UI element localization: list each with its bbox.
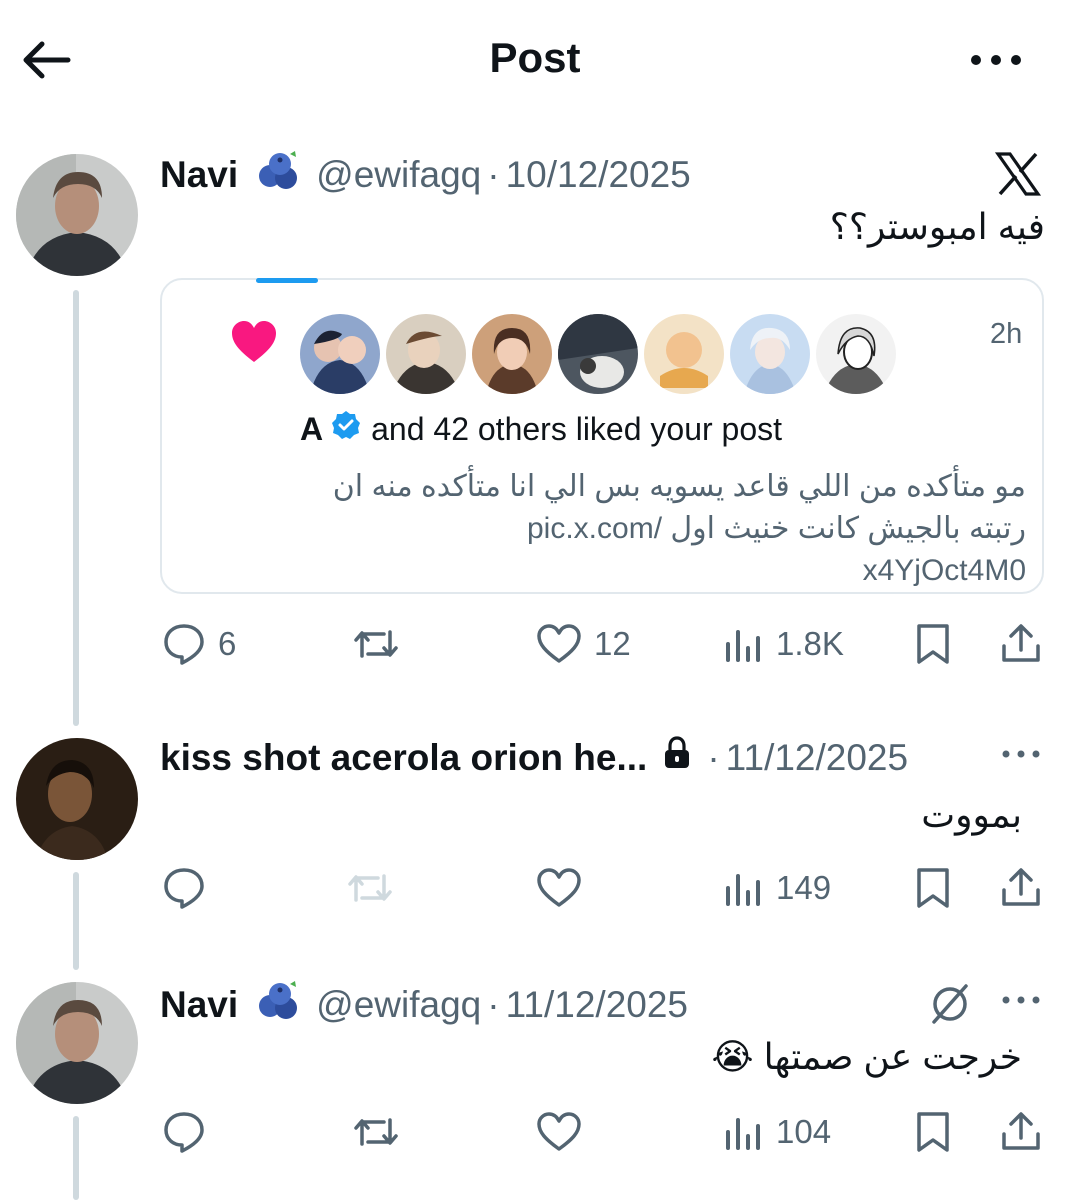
- quoted-text-link[interactable]: x4YjOct4M0: [190, 550, 1026, 592]
- like-button[interactable]: [536, 867, 582, 909]
- liked-summary: A and 42 others liked your post: [300, 410, 782, 448]
- liker-name[interactable]: A: [300, 411, 323, 448]
- reply-icon: [164, 1112, 204, 1153]
- avatar[interactable]: [816, 314, 896, 394]
- ellipsis-icon: [1002, 750, 1040, 758]
- liked-text: and 42 others liked your post: [371, 410, 783, 447]
- quoted-text-line: مو متأكده من اللي قاعد يسويه بس الي انا …: [332, 470, 1026, 503]
- view-count: 149: [776, 869, 832, 906]
- display-name[interactable]: Navi: [160, 984, 238, 1026]
- page-title: Post: [489, 34, 581, 81]
- post-date[interactable]: 10/12/2025: [506, 154, 691, 196]
- liker-avatars: [300, 314, 902, 394]
- x-logo-icon: [994, 150, 1042, 203]
- thread-line: [73, 1116, 79, 1200]
- reply-button[interactable]: [162, 1110, 206, 1154]
- bookmark-button[interactable]: [914, 1110, 952, 1154]
- bookmark-icon: [917, 1112, 949, 1152]
- views-chart-icon: [726, 1118, 760, 1150]
- views-chart-icon: [726, 874, 760, 906]
- reply-button[interactable]: 6: [162, 622, 236, 666]
- bookmark-button[interactable]: [914, 622, 952, 666]
- avatar[interactable]: [472, 314, 552, 394]
- avatar[interactable]: [558, 314, 638, 394]
- avatar[interactable]: [16, 738, 138, 860]
- avatar[interactable]: [644, 314, 724, 394]
- share-icon: [1002, 1112, 1040, 1150]
- reply-date[interactable]: 11/12/2025: [726, 737, 908, 779]
- share-button[interactable]: [1000, 622, 1042, 666]
- avatar[interactable]: [386, 314, 466, 394]
- repost-icon: [354, 1118, 398, 1146]
- views-button[interactable]: 149: [724, 868, 831, 908]
- card-accent: [256, 278, 318, 283]
- reply-action-bar: 104: [162, 1108, 1042, 1156]
- more-options-button[interactable]: [1000, 990, 1042, 1015]
- repost-icon: [348, 874, 392, 902]
- reply-count: 6: [218, 625, 237, 662]
- heart-icon: [537, 624, 581, 663]
- view-count: 1.8K: [776, 625, 844, 662]
- blueberries-emoji-icon: [256, 980, 302, 1029]
- ellipsis-icon: [971, 55, 1021, 65]
- heart-filled-icon: [230, 320, 278, 369]
- bookmark-icon: [917, 624, 949, 664]
- user-handle[interactable]: @ewifagq: [316, 984, 481, 1026]
- reply-button[interactable]: [162, 866, 206, 910]
- reply-text: بمووت: [921, 794, 1022, 835]
- bookmark-button[interactable]: [914, 866, 952, 910]
- post-text: فيه امبوستر؟؟: [829, 206, 1045, 247]
- share-button[interactable]: [1000, 1110, 1042, 1154]
- post-header: Navi @ewifagq · 10/12/2025: [160, 150, 691, 199]
- repost-icon: [354, 630, 398, 658]
- repost-button-disabled: [346, 866, 394, 910]
- thread-line: [73, 872, 79, 970]
- heart-icon: [537, 868, 581, 907]
- bookmark-icon: [917, 868, 949, 908]
- user-handle[interactable]: @ewifagq: [316, 154, 481, 196]
- avatar[interactable]: [730, 314, 810, 394]
- share-button[interactable]: [1000, 866, 1042, 910]
- display-name[interactable]: Navi: [160, 154, 238, 196]
- lock-icon: [663, 736, 691, 779]
- more-options-button[interactable]: [966, 42, 1026, 78]
- reply-icon: [164, 624, 204, 665]
- repost-button[interactable]: [352, 622, 400, 666]
- quoted-post-text: مو متأكده من اللي قاعد يسويه بس الي انا …: [190, 466, 1026, 592]
- avatar[interactable]: [16, 982, 138, 1104]
- like-button[interactable]: [536, 1111, 582, 1153]
- avatar[interactable]: [300, 314, 380, 394]
- heart-icon: [537, 1112, 581, 1151]
- notification-time: 2h: [990, 318, 1023, 350]
- thread-line: [73, 290, 79, 726]
- views-button[interactable]: 104: [724, 1112, 831, 1152]
- share-icon: [1002, 624, 1040, 662]
- reply-text: خرجت عن صمتها 😭: [711, 1036, 1022, 1077]
- avatar[interactable]: [16, 154, 138, 276]
- reply-header: Navi @ewifagq · 11/12/2025: [160, 980, 688, 1029]
- like-button[interactable]: 12: [536, 623, 631, 665]
- post-action-bar: 6 12 1.8K: [162, 620, 1042, 668]
- views-button[interactable]: 1.8K: [724, 624, 844, 664]
- reply-icon: [164, 868, 204, 909]
- quoted-text-line: رتبته بالجيش كانت خنيث اول /pic.x.com: [527, 512, 1026, 545]
- ellipsis-icon: [1002, 996, 1040, 1004]
- like-count: 12: [594, 625, 631, 662]
- repost-button[interactable]: [352, 1110, 400, 1154]
- share-icon: [1002, 868, 1040, 906]
- verified-badge-icon: [331, 410, 361, 448]
- more-options-button[interactable]: [1000, 744, 1042, 769]
- reply-action-bar: 149: [162, 864, 1042, 912]
- reply-date[interactable]: 11/12/2025: [506, 984, 688, 1026]
- view-count: 104: [776, 1113, 832, 1150]
- display-name[interactable]: kiss shot acerola orion he...: [160, 737, 647, 779]
- reply-header: kiss shot acerola orion he... · 11/12/20…: [160, 736, 909, 779]
- blueberries-emoji-icon: [256, 150, 302, 199]
- views-chart-icon: [726, 630, 760, 662]
- grok-icon[interactable]: [928, 982, 972, 1031]
